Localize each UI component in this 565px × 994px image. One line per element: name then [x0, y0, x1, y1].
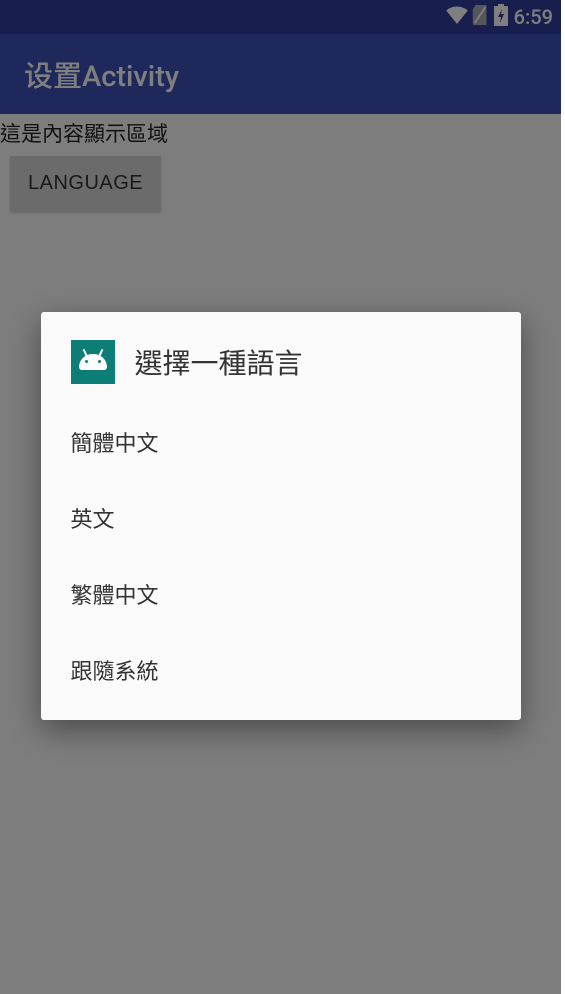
- dialog-item-simplified-chinese[interactable]: 簡體中文: [41, 404, 521, 480]
- android-icon: [71, 340, 115, 384]
- device-screen: 6:59 设置Activity 這是內容顯示區域 LANGUAGE 選擇一種語言…: [0, 0, 561, 994]
- dialog-item-follow-system[interactable]: 跟隨系統: [41, 632, 521, 708]
- dialog-header: 選擇一種語言: [41, 312, 521, 404]
- language-dialog: 選擇一種語言 簡體中文 英文 繁體中文 跟隨系統: [41, 312, 521, 720]
- dialog-item-traditional-chinese[interactable]: 繁體中文: [41, 556, 521, 632]
- dialog-title: 選擇一種語言: [135, 342, 303, 382]
- screenshot-edge: [561, 0, 565, 994]
- dialog-overlay[interactable]: 選擇一種語言 簡體中文 英文 繁體中文 跟隨系統: [0, 0, 561, 994]
- dialog-item-english[interactable]: 英文: [41, 480, 521, 556]
